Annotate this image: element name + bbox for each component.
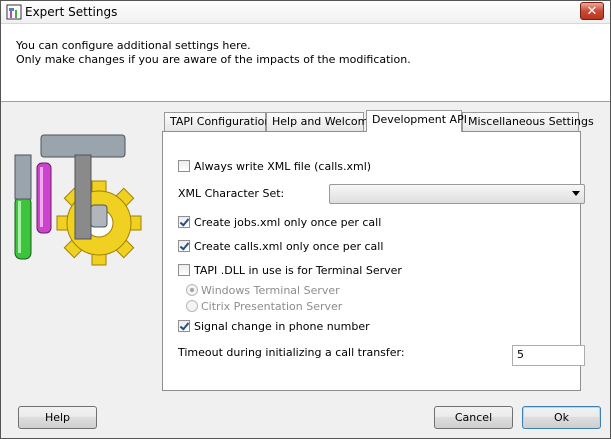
- xml-charset-label: XML Character Set:: [178, 187, 285, 200]
- app-tool-icon: [6, 4, 22, 20]
- tools-and-gear-illustration: [14, 134, 142, 266]
- development-api-panel: Always write XML file (calls.xml) XML Ch…: [162, 131, 585, 391]
- tab-miscellaneous-settings[interactable]: Miscellaneous Settings: [462, 112, 594, 131]
- citrix-presentation-server-label[interactable]: Citrix Presentation Server: [201, 300, 342, 313]
- xml-charset-dropdown[interactable]: [329, 184, 585, 204]
- header-description-line-1: You can configure additional settings he…: [16, 39, 251, 52]
- expert-settings-window: Expert Settings ✕ You can configure addi…: [0, 0, 611, 439]
- close-button[interactable]: ✕: [580, 2, 604, 20]
- windows-terminal-server-radio[interactable]: [186, 284, 198, 296]
- window-title: Expert Settings: [25, 5, 118, 19]
- close-icon: ✕: [586, 4, 598, 19]
- tab-development-api[interactable]: Development API: [366, 110, 467, 132]
- cancel-button[interactable]: Cancel: [434, 406, 513, 429]
- title-bar[interactable]: Expert Settings ✕: [1, 1, 610, 24]
- create-jobs-once-label[interactable]: Create jobs.xml only once per call: [194, 216, 381, 229]
- timeout-label: Timeout during initializing a call trans…: [178, 346, 405, 359]
- windows-terminal-server-label[interactable]: Windows Terminal Server: [201, 284, 340, 297]
- help-button[interactable]: Help: [18, 406, 97, 429]
- header-banner: You can configure additional settings he…: [1, 24, 610, 102]
- always-write-xml-checkbox[interactable]: [178, 160, 190, 172]
- tab-help-and-welcome[interactable]: Help and Welcome: [266, 112, 375, 131]
- create-calls-once-label[interactable]: Create calls.xml only once per call: [194, 240, 383, 253]
- header-description-line-2: Only make changes if you are aware of th…: [16, 53, 411, 66]
- create-calls-once-checkbox[interactable]: [178, 240, 190, 252]
- signal-change-checkbox[interactable]: [178, 320, 190, 332]
- ok-button[interactable]: Ok: [522, 406, 601, 429]
- timeout-input[interactable]: 5: [512, 345, 585, 366]
- signal-change-label[interactable]: Signal change in phone number: [194, 320, 370, 333]
- citrix-presentation-server-radio[interactable]: [186, 300, 198, 312]
- tapi-terminal-server-checkbox[interactable]: [178, 264, 190, 276]
- create-jobs-once-checkbox[interactable]: [178, 216, 190, 228]
- always-write-xml-label[interactable]: Always write XML file (calls.xml): [194, 160, 371, 173]
- tab-tapi-configuration[interactable]: TAPI Configuration: [164, 112, 271, 131]
- tapi-terminal-server-label[interactable]: TAPI .DLL in use is for Terminal Server: [194, 264, 402, 277]
- chevron-down-icon: [572, 191, 580, 196]
